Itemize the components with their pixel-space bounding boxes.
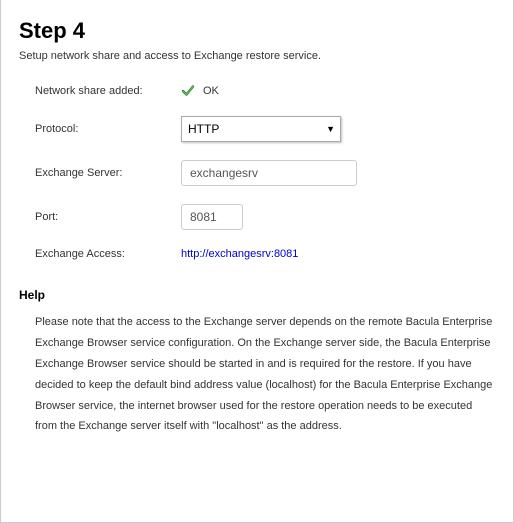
port-label: Port: (35, 211, 181, 223)
exchange-server-input[interactable] (181, 160, 357, 186)
help-body: Please note that the access to the Excha… (19, 312, 495, 437)
protocol-label: Protocol: (35, 123, 181, 135)
row-port: Port: (35, 204, 495, 230)
access-label: Exchange Access: (35, 248, 181, 260)
form-area: Network share added: OK Protocol: HTTP (19, 84, 495, 260)
row-protocol: Protocol: HTTP ▼ (35, 116, 495, 142)
row-network-share: Network share added: OK (35, 84, 495, 98)
row-exchange-server: Exchange Server: (35, 160, 495, 186)
wizard-panel: Step 4 Setup network share and access to… (0, 0, 514, 523)
help-title: Help (19, 288, 495, 302)
step-subtitle: Setup network share and access to Exchan… (19, 50, 495, 62)
exchange-access-link[interactable]: http://exchangesrv:8081 (181, 248, 298, 260)
step-title: Step 4 (19, 18, 495, 44)
network-share-label: Network share added: (35, 85, 181, 97)
row-exchange-access: Exchange Access: http://exchangesrv:8081 (35, 248, 495, 260)
check-icon (181, 84, 195, 98)
protocol-select[interactable]: HTTP (181, 116, 341, 142)
server-label: Exchange Server: (35, 167, 181, 179)
network-share-status: OK (203, 85, 219, 97)
port-input[interactable] (181, 204, 243, 230)
